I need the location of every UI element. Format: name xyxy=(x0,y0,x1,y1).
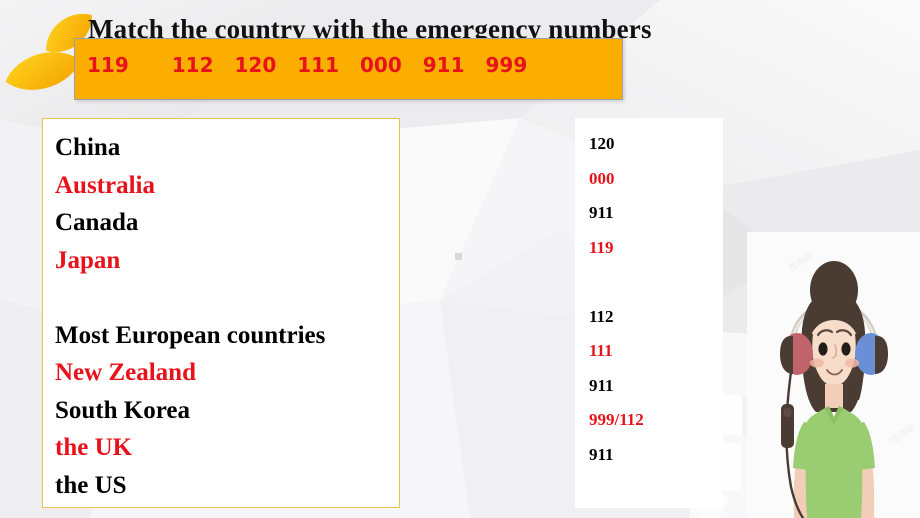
answer-row: 111 xyxy=(589,341,613,360)
answer-row: 000 xyxy=(589,168,615,188)
country-row: the UK xyxy=(55,434,133,461)
answer-row-spacer xyxy=(589,265,719,300)
number-chip-1: 112 xyxy=(171,53,214,77)
answer-row: 119 xyxy=(589,237,614,257)
answer-list: 120 000 911 119 112 111 911 999/112 911 xyxy=(589,127,719,472)
girl-with-headphones-icon: 佳得网 佳得网 佳得网 佳得网 佳得网 xyxy=(747,232,920,518)
country-list: China Australia Canada Japan Most Europe… xyxy=(55,129,393,504)
country-row: Canada xyxy=(55,209,139,236)
country-row: Most European countries xyxy=(55,321,326,349)
country-row: China xyxy=(55,134,121,161)
number-chip-4: 000 xyxy=(360,53,402,77)
country-list-panel: China Australia Canada Japan Most Europe… xyxy=(42,118,400,508)
emergency-numbers-row: 119 112 120 111 000 911 999 xyxy=(87,53,527,77)
country-row: South Korea xyxy=(55,396,190,424)
background-artifact-square xyxy=(455,253,462,260)
number-chip-0: 119 xyxy=(87,53,129,77)
answer-row: 911 xyxy=(589,444,614,464)
country-row-spacer xyxy=(55,279,393,317)
number-chip-5: 911 xyxy=(422,53,465,77)
number-chip-2: 120 xyxy=(234,53,277,77)
answer-row: 120 xyxy=(589,134,615,153)
character-illustration-card: 佳得网 佳得网 佳得网 佳得网 佳得网 xyxy=(747,232,920,518)
slide-canvas: Match the country with the emergency num… xyxy=(0,0,920,518)
answer-row: 911 xyxy=(589,375,614,395)
country-row: Australia xyxy=(55,171,155,199)
number-chip-6: 999 xyxy=(485,53,528,77)
country-row: the US xyxy=(55,471,127,499)
emergency-numbers-bar: 119 112 120 111 000 911 999 xyxy=(74,38,623,100)
country-row: New Zealand xyxy=(55,359,196,386)
country-row: Japan xyxy=(55,246,121,274)
answer-number-panel: 120 000 911 119 112 111 911 999/112 911 xyxy=(575,118,723,508)
number-chip-3: 111 xyxy=(297,53,339,77)
answer-row: 911 xyxy=(589,203,614,222)
answer-row: 112 xyxy=(589,306,614,326)
answer-row: 999/112 xyxy=(589,410,644,429)
